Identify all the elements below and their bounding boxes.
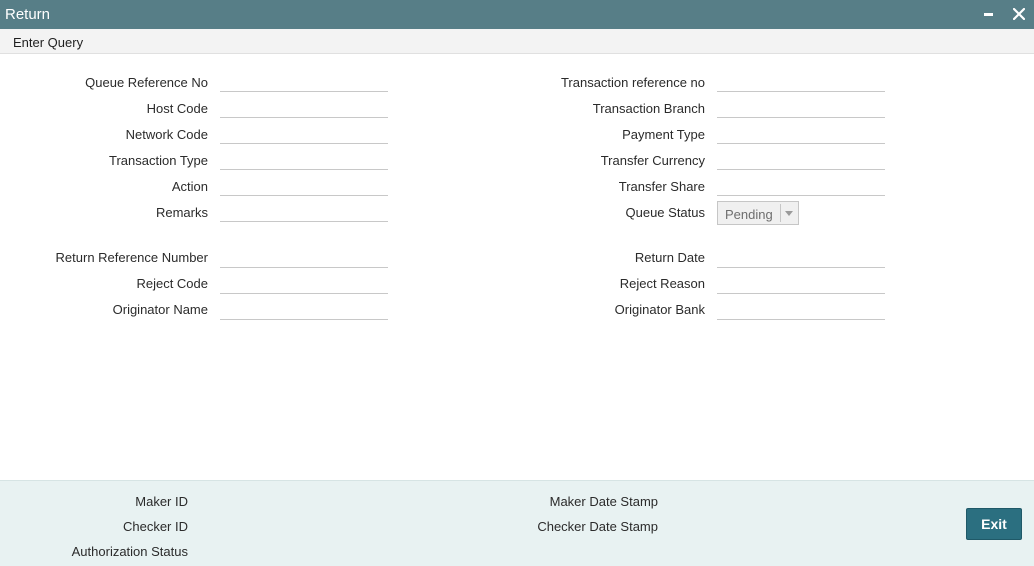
- close-icon[interactable]: [1009, 4, 1029, 24]
- transfer-share-label: Transfer Share: [618, 179, 705, 194]
- transfer-share-input[interactable]: [717, 176, 885, 196]
- maker-id-label: Maker ID: [135, 494, 188, 509]
- reject-reason-input[interactable]: [717, 274, 885, 294]
- originator-bank-label: Originator Bank: [614, 302, 705, 317]
- return-date-label: Return Date: [634, 250, 705, 265]
- transaction-reference-no-input[interactable]: [717, 72, 885, 92]
- action-input[interactable]: [220, 176, 388, 196]
- reject-reason-label: Reject Reason: [619, 276, 705, 291]
- payment-type-label: Payment Type: [622, 127, 705, 142]
- transaction-type-label: Transaction Type: [109, 153, 208, 168]
- window-titlebar: Return: [0, 0, 1034, 29]
- queue-reference-no-input[interactable]: [220, 72, 388, 92]
- network-code-input[interactable]: [220, 124, 388, 144]
- network-code-label: Network Code: [125, 127, 208, 142]
- host-code-input[interactable]: [220, 98, 388, 118]
- transaction-branch-label: Transaction Branch: [592, 101, 705, 116]
- originator-name-label: Originator Name: [112, 302, 208, 317]
- originator-name-input[interactable]: [220, 300, 388, 320]
- reject-code-input[interactable]: [220, 274, 388, 294]
- exit-button[interactable]: Exit: [966, 508, 1022, 540]
- enter-query-menu-item[interactable]: Enter Query: [13, 35, 83, 50]
- menu-bar: Enter Query: [0, 29, 1034, 54]
- chevron-down-icon[interactable]: [780, 204, 797, 222]
- authorization-status-label: Authorization Status: [71, 544, 188, 559]
- queue-reference-no-label: Queue Reference No: [85, 75, 208, 90]
- audit-footer: Maker ID Checker ID Authorization Status…: [0, 480, 1034, 566]
- reject-code-label: Reject Code: [136, 276, 208, 291]
- queue-status-value: Pending: [725, 207, 773, 222]
- return-reference-number-label: Return Reference Number: [55, 250, 208, 265]
- host-code-label: Host Code: [146, 101, 208, 116]
- queue-status-label: Queue Status: [625, 205, 706, 220]
- checker-id-label: Checker ID: [122, 519, 188, 534]
- maker-date-stamp-label: Maker Date Stamp: [549, 494, 658, 509]
- payment-type-input[interactable]: [717, 124, 885, 144]
- transaction-reference-no-label: Transaction reference no: [560, 75, 705, 90]
- minimize-icon[interactable]: [978, 4, 998, 24]
- transaction-branch-input[interactable]: [717, 98, 885, 118]
- checker-date-stamp-label: Checker Date Stamp: [537, 519, 658, 534]
- action-label: Action: [171, 179, 208, 194]
- transaction-type-input[interactable]: [220, 150, 388, 170]
- transfer-currency-label: Transfer Currency: [600, 153, 705, 168]
- window-title: Return: [5, 6, 51, 23]
- queue-status-select[interactable]: Pending: [717, 201, 799, 225]
- return-reference-number-input[interactable]: [220, 248, 388, 268]
- transfer-currency-input[interactable]: [717, 150, 885, 170]
- originator-bank-input[interactable]: [717, 300, 885, 320]
- remarks-input[interactable]: [220, 202, 388, 222]
- return-date-input[interactable]: [717, 248, 885, 268]
- remarks-label: Remarks: [155, 205, 208, 220]
